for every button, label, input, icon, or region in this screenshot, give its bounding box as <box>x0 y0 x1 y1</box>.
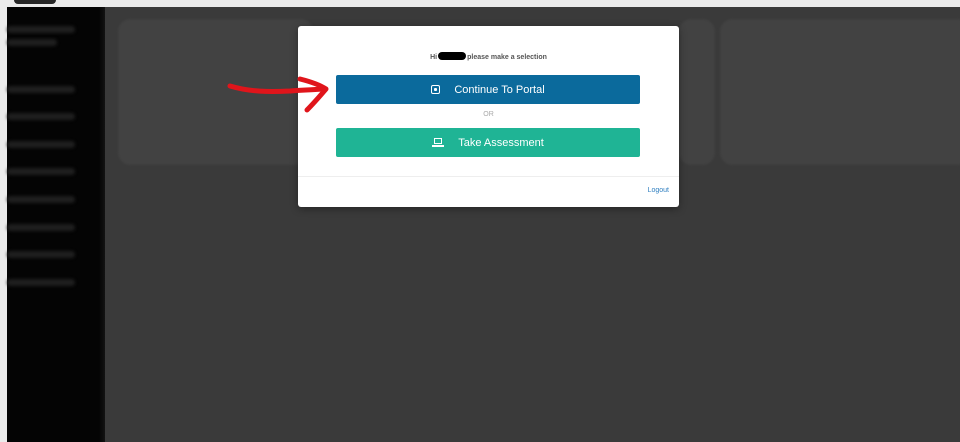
take-assessment-label: Take Assessment <box>458 136 544 149</box>
greeting-suffix: please make a selection <box>467 54 547 61</box>
selection-modal: Hi please make a selection Continue To Po… <box>298 26 679 207</box>
greeting-prefix: Hi <box>430 54 438 61</box>
redacted-name <box>438 52 467 60</box>
portal-icon <box>431 85 441 94</box>
take-assessment-button[interactable]: Take Assessment <box>336 128 640 157</box>
continue-to-portal-label: Continue To Portal <box>454 83 545 96</box>
logout-link[interactable]: Logout <box>648 187 669 194</box>
continue-to-portal-button[interactable]: Continue To Portal <box>336 75 640 104</box>
laptop-icon <box>432 138 445 147</box>
modal-footer-divider <box>298 176 679 177</box>
greeting-text: Hi please make a selection <box>298 52 679 61</box>
or-separator: OR <box>483 111 494 118</box>
